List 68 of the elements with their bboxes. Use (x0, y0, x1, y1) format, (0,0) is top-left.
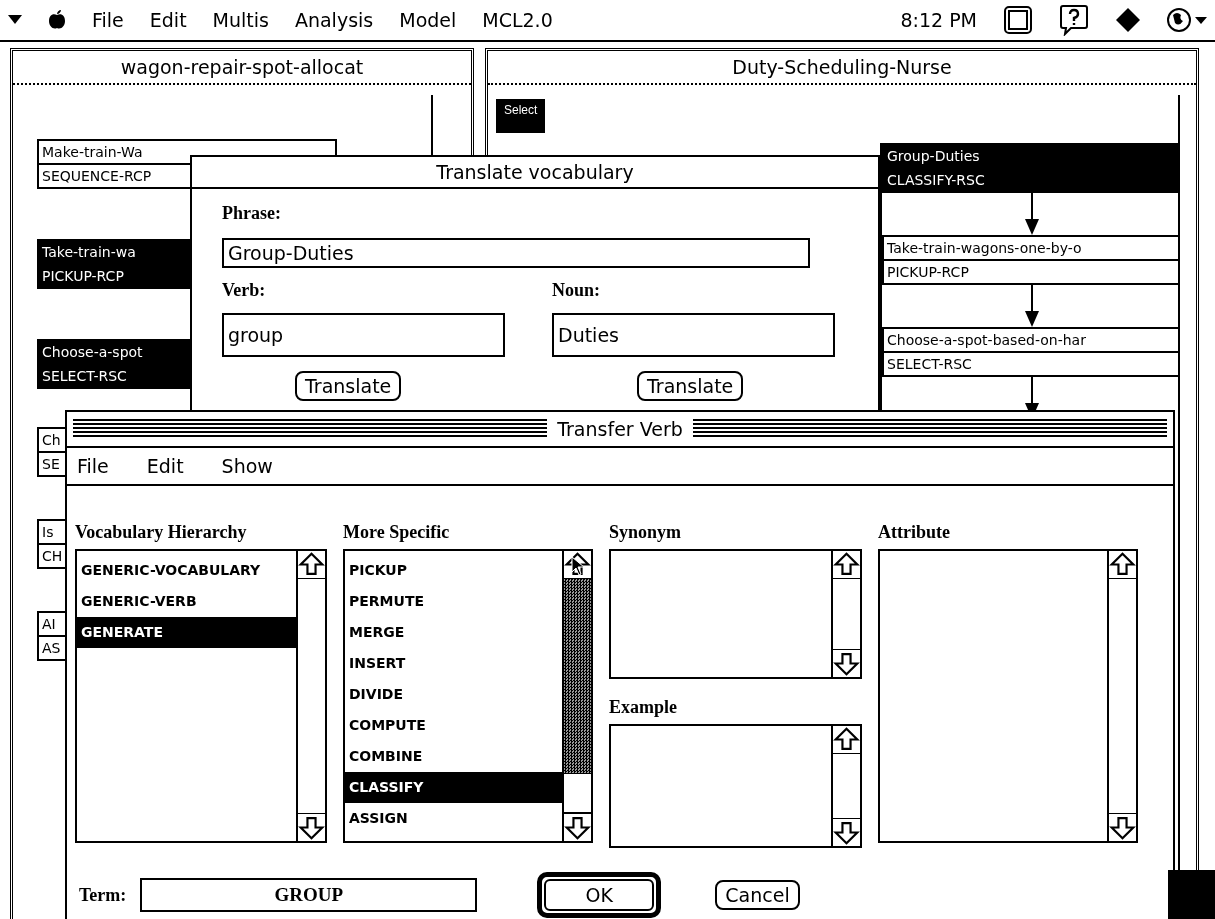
list-box[interactable] (609, 724, 862, 848)
menu-item[interactable]: Edit (146, 455, 184, 477)
scroll-track[interactable] (564, 578, 591, 814)
step-name[interactable]: Group-Duties (882, 143, 1180, 169)
cancel-button[interactable]: Cancel (715, 880, 800, 910)
diamond-icon[interactable] (1115, 7, 1141, 33)
down-arrow-icon[interactable] (833, 650, 860, 677)
flow-arrow (1024, 193, 1040, 235)
flow-arrow (1024, 285, 1040, 327)
down-arrow-icon[interactable] (1109, 814, 1136, 841)
dialog-title: Translate vocabulary (192, 157, 878, 189)
list-box[interactable]: PICKUP PERMUTE MERGE INSERT DIVIDE COMPUTE COMBINE CLASSIFY ASSIGN (343, 549, 593, 843)
apple-icon[interactable] (48, 10, 66, 30)
menu-item[interactable]: File (77, 455, 109, 477)
window-icon[interactable] (1003, 5, 1033, 35)
input-field[interactable]: GROUP (140, 878, 478, 912)
clock: 8:12 PM (900, 9, 977, 31)
help-balloon-icon[interactable] (1059, 4, 1089, 36)
up-arrow-icon[interactable] (833, 726, 860, 753)
ok-button[interactable]: OK (544, 879, 655, 911)
input-field[interactable]: Duties (552, 313, 835, 357)
input-field[interactable]: group (222, 313, 505, 357)
field-label: Noun: (552, 280, 601, 301)
list-box[interactable]: GENERIC-VOCABULARY GENERIC-VERB GENERATE (75, 549, 327, 843)
list-box[interactable] (609, 549, 862, 679)
translate-button[interactable]: Translate (295, 371, 402, 401)
window-title: Duty-Scheduling-Nurse (488, 51, 1196, 85)
select-button[interactable]: Select (496, 99, 546, 133)
scroll-track[interactable] (298, 578, 325, 814)
list-item[interactable]: CLASSIFY (345, 772, 562, 803)
list-item[interactable]: GENERATE (77, 617, 296, 648)
menu-item[interactable]: MCL2.0 (482, 9, 553, 31)
menu-item[interactable]: Multis (212, 9, 269, 31)
menu-item[interactable]: Model (399, 9, 457, 31)
list-label: More Specific (343, 522, 451, 543)
step-operator[interactable]: PICKUP-RCP (882, 261, 1180, 285)
up-arrow-icon[interactable] (1109, 551, 1136, 578)
input-field[interactable]: Group-Duties (222, 238, 810, 268)
down-arrow-icon[interactable] (564, 814, 591, 841)
scroll-track[interactable] (833, 753, 860, 819)
translate-button[interactable]: Translate (637, 371, 744, 401)
up-arrow-icon[interactable] (298, 551, 325, 578)
menu-item[interactable]: Analysis (294, 9, 374, 31)
globe-icon[interactable] (1167, 7, 1207, 33)
down-arrow-icon[interactable] (833, 819, 860, 846)
dropdown-icon[interactable] (8, 15, 22, 25)
menu-item[interactable]: File (92, 9, 124, 31)
list-label: Attribute (878, 522, 951, 543)
menu-item[interactable]: Edit (149, 9, 187, 31)
scroll-thumb[interactable] (564, 773, 591, 813)
list-label: Example (609, 697, 678, 718)
list-label: Vocabulary Hierarchy (75, 522, 248, 543)
list-label: Synonym (609, 522, 683, 543)
cursor-icon (571, 556, 585, 576)
scroll-track[interactable] (833, 578, 860, 650)
up-arrow-icon[interactable] (833, 551, 860, 578)
step-name[interactable]: Choose-a-spot-based-on-har (882, 327, 1180, 353)
field-label: Term: (79, 884, 127, 906)
menu-item[interactable]: Show (221, 455, 273, 477)
step-operator[interactable]: SELECT-RSC (882, 353, 1180, 377)
field-label: Phrase: (222, 203, 282, 224)
down-arrow-icon[interactable] (298, 814, 325, 841)
dialog-title: Transfer Verb (557, 418, 683, 440)
step-operator[interactable]: CLASSIFY-RSC (882, 169, 1180, 193)
scroll-track[interactable] (1109, 578, 1136, 814)
window-title: wagon-repair-spot-allocat (13, 51, 471, 85)
list-box[interactable] (878, 549, 1138, 843)
step-name[interactable]: Take-train-wagons-one-by-o (882, 235, 1180, 261)
